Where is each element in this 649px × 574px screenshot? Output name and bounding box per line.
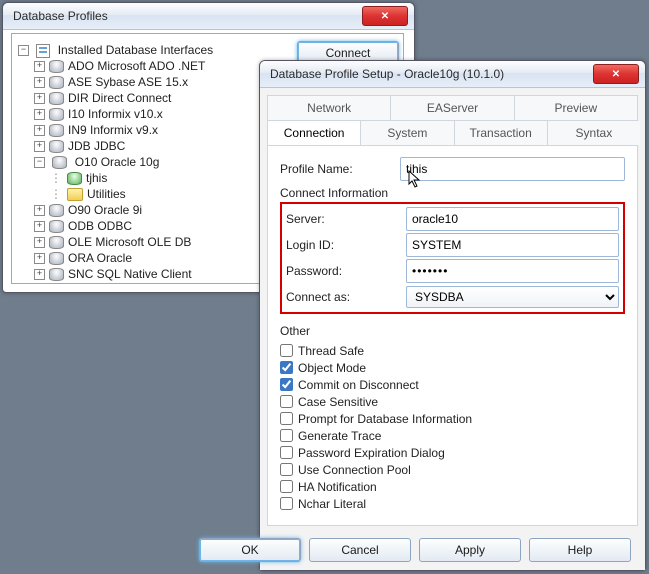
tree-item-label[interactable]: ODB ODBC [68, 219, 132, 233]
tree-toggle[interactable]: + [34, 221, 45, 232]
server-input[interactable] [406, 207, 619, 231]
checkbox-label: Password Expiration Dialog [298, 446, 445, 460]
tree-item-label[interactable]: DIR Direct Connect [68, 91, 171, 105]
tab-system[interactable]: System [360, 121, 453, 145]
checkbox-generate-trace[interactable] [280, 429, 293, 442]
tree-item-label[interactable]: O90 Oracle 9i [68, 203, 142, 217]
checkbox-object-mode[interactable] [280, 361, 293, 374]
checkbox-label: Use Connection Pool [298, 463, 411, 477]
profiles-titlebar: Database Profiles ✕ [3, 3, 414, 30]
server-label: Server: [286, 212, 406, 226]
checkbox-label: HA Notification [298, 480, 377, 494]
tree-item-label[interactable]: IN9 Informix v9.x [68, 123, 158, 137]
tree-toggle[interactable]: + [34, 269, 45, 280]
database-icon [49, 108, 64, 121]
connect-info-label: Connect Information [280, 186, 625, 200]
checkbox-label: Prompt for Database Information [298, 412, 472, 426]
checkbox-nchar-literal[interactable] [280, 497, 293, 510]
cancel-button[interactable]: Cancel [309, 538, 411, 562]
checkbox-label: Commit on Disconnect [298, 378, 419, 392]
login-input[interactable] [406, 233, 619, 257]
tree-toggle[interactable]: + [34, 253, 45, 264]
database-icon [49, 268, 64, 281]
tree-item-label[interactable]: I10 Informix v10.x [68, 107, 163, 121]
database-icon [49, 124, 64, 137]
checkbox-thread-safe[interactable] [280, 344, 293, 357]
checkbox-label: Nchar Literal [298, 497, 366, 511]
tree-item-label[interactable]: OLE Microsoft OLE DB [68, 235, 191, 249]
connect-as-label: Connect as: [286, 290, 406, 304]
other-options: Thread Safe Object Mode Commit on Disconne… [280, 340, 625, 512]
interfaces-icon [36, 44, 50, 58]
database-icon [49, 252, 64, 265]
tab-easerver[interactable]: EAServer [390, 96, 513, 120]
database-icon [49, 140, 64, 153]
dialog-button-row: OK Cancel Apply Help [260, 530, 645, 570]
profile-setup-dialog: Database Profile Setup - Oracle10g (10.1… [259, 60, 646, 571]
checkbox-label: Generate Trace [298, 429, 381, 443]
apply-button[interactable]: Apply [419, 538, 521, 562]
ok-button[interactable]: OK [199, 538, 301, 562]
tree-toggle-root[interactable]: − [18, 45, 29, 56]
profile-name-input[interactable] [400, 157, 625, 181]
tree-toggle[interactable]: + [34, 205, 45, 216]
setup-close-button[interactable]: ✕ [593, 64, 639, 84]
setup-titlebar: Database Profile Setup - Oracle10g (10.1… [260, 61, 645, 88]
tree-toggle[interactable]: + [34, 109, 45, 120]
checkbox-use-connection-pool[interactable] [280, 463, 293, 476]
checkbox-label: Case Sensitive [298, 395, 378, 409]
setup-tabs: NetworkEAServerPreview ConnectionSystemT… [268, 96, 637, 146]
connect-info-highlight: Server: Login ID: Password: Connect as: … [280, 202, 625, 314]
tree-item-label[interactable]: ASE Sybase ASE 15.x [68, 75, 188, 89]
tab-syntax[interactable]: Syntax [547, 121, 640, 145]
tab-connection[interactable]: Connection [268, 121, 360, 145]
tree-toggle[interactable]: + [34, 237, 45, 248]
database-icon [49, 236, 64, 249]
database-icon [67, 172, 82, 185]
database-icon [49, 92, 64, 105]
tree-root-label: Installed Database Interfaces [58, 43, 213, 57]
tab-network[interactable]: Network [268, 96, 390, 120]
folder-icon [67, 188, 83, 201]
profile-name-label: Profile Name: [280, 162, 400, 176]
tree-item-label[interactable]: ADO Microsoft ADO .NET [68, 59, 205, 73]
password-input[interactable] [406, 259, 619, 283]
profiles-title: Database Profiles [9, 9, 358, 23]
tree-item-label[interactable]: tjhis [86, 171, 107, 185]
password-label: Password: [286, 264, 406, 278]
tree-toggle-oracle10g[interactable]: − [34, 157, 45, 168]
database-icon [49, 220, 64, 233]
tree-item-label[interactable]: SNC SQL Native Client [68, 267, 192, 281]
checkbox-label: Object Mode [298, 361, 366, 375]
tree-toggle[interactable]: + [34, 125, 45, 136]
tree-toggle[interactable]: + [34, 93, 45, 104]
database-icon [49, 60, 64, 73]
database-icon [52, 156, 67, 169]
tree-item-label[interactable]: JDB JDBC [68, 139, 125, 153]
checkbox-prompt-for-database-information[interactable] [280, 412, 293, 425]
tab-preview[interactable]: Preview [514, 96, 637, 120]
other-section-label: Other [280, 324, 625, 338]
tree-item-label[interactable]: Utilities [87, 187, 126, 201]
tree-item-oracle10g[interactable]: O10 Oracle 10g [75, 155, 160, 169]
checkbox-commit-on-disconnect[interactable] [280, 378, 293, 391]
checkbox-label: Thread Safe [298, 344, 364, 358]
database-icon [49, 204, 64, 217]
tree-item-label[interactable]: ORA Oracle [68, 251, 132, 265]
tree-toggle[interactable]: + [34, 61, 45, 72]
tab-transaction[interactable]: Transaction [454, 121, 547, 145]
login-label: Login ID: [286, 238, 406, 252]
help-button[interactable]: Help [529, 538, 631, 562]
checkbox-ha-notification[interactable] [280, 480, 293, 493]
setup-title: Database Profile Setup - Oracle10g (10.1… [266, 67, 589, 81]
tree-toggle[interactable]: + [34, 141, 45, 152]
tree-toggle[interactable]: + [34, 77, 45, 88]
database-icon [49, 76, 64, 89]
connect-as-select[interactable]: SYSDBA [406, 286, 619, 308]
profiles-close-button[interactable]: ✕ [362, 6, 408, 26]
checkbox-password-expiration-dialog[interactable] [280, 446, 293, 459]
checkbox-case-sensitive[interactable] [280, 395, 293, 408]
setup-body: NetworkEAServerPreview ConnectionSystemT… [267, 95, 638, 526]
connection-tab-content: Profile Name: Connect Information Server… [268, 146, 637, 518]
